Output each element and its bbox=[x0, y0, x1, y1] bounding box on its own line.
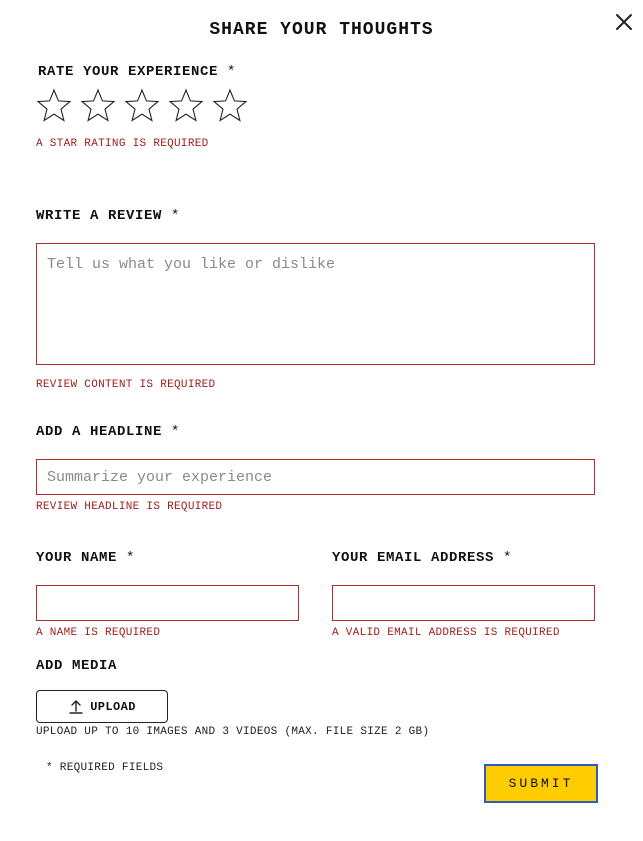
upload-label: UPLOAD bbox=[90, 699, 136, 714]
star-4-icon[interactable] bbox=[168, 88, 204, 124]
star-rating bbox=[36, 88, 248, 124]
modal-title: SHARE YOUR THOUGHTS bbox=[209, 20, 434, 40]
email-label-text: YOUR EMAIL ADDRESS bbox=[332, 550, 495, 566]
review-label-text: WRITE A REVIEW bbox=[36, 208, 163, 224]
headline-error: REVIEW HEADLINE IS REQUIRED bbox=[36, 501, 223, 513]
name-error: A NAME IS REQUIRED bbox=[36, 627, 161, 639]
required-mark: * bbox=[171, 208, 181, 224]
required-fields-note: * REQUIRED FIELDS bbox=[46, 762, 164, 774]
headline-label-text: ADD A HEADLINE bbox=[36, 424, 163, 440]
name-label-text: YOUR NAME bbox=[36, 550, 118, 566]
review-error: REVIEW CONTENT IS REQUIRED bbox=[36, 379, 216, 391]
star-1-icon[interactable] bbox=[36, 88, 72, 124]
rating-label: RATE YOUR EXPERIENCE * bbox=[38, 64, 236, 80]
review-textarea[interactable] bbox=[36, 243, 595, 365]
required-mark: * bbox=[227, 64, 237, 80]
required-mark: * bbox=[126, 550, 136, 566]
name-label: YOUR NAME * bbox=[36, 550, 135, 566]
star-2-icon[interactable] bbox=[80, 88, 116, 124]
close-button[interactable] bbox=[612, 10, 636, 34]
name-input[interactable] bbox=[36, 585, 299, 621]
headline-label: ADD A HEADLINE * bbox=[36, 424, 180, 440]
email-label: YOUR EMAIL ADDRESS * bbox=[332, 550, 512, 566]
rating-label-text: RATE YOUR EXPERIENCE bbox=[38, 64, 219, 80]
upload-button[interactable]: UPLOAD bbox=[36, 690, 168, 723]
star-3-icon[interactable] bbox=[124, 88, 160, 124]
required-mark: * bbox=[503, 550, 513, 566]
headline-input[interactable] bbox=[36, 459, 595, 495]
media-label: ADD MEDIA bbox=[36, 658, 118, 674]
review-label: WRITE A REVIEW * bbox=[36, 208, 180, 224]
star-5-icon[interactable] bbox=[212, 88, 248, 124]
email-input[interactable] bbox=[332, 585, 595, 621]
close-icon bbox=[612, 10, 636, 34]
email-error: A VALID EMAIL ADDRESS IS REQUIRED bbox=[332, 627, 560, 639]
submit-button[interactable]: SUBMIT bbox=[484, 764, 598, 803]
rating-error: A STAR RATING IS REQUIRED bbox=[36, 138, 209, 150]
required-mark: * bbox=[171, 424, 181, 440]
upload-note: UPLOAD UP TO 10 IMAGES AND 3 VIDEOS (MAX… bbox=[36, 726, 430, 738]
upload-icon bbox=[68, 699, 84, 715]
